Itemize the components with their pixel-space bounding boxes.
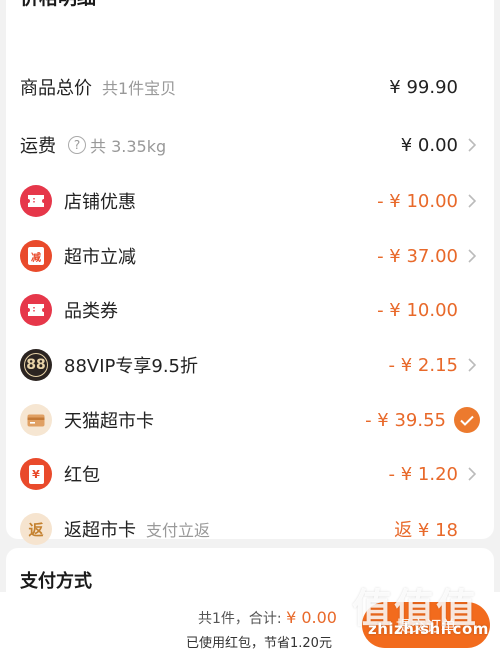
checkmark-icon[interactable] — [454, 407, 480, 433]
payment-method-title: 支付方式 — [20, 571, 92, 592]
shop-discount-amount: - ¥ 10.00 — [377, 190, 458, 212]
order-total-amount: ¥ 0.00 — [286, 608, 337, 627]
order-total-line: 共1件，合计: ¥ 0.00 — [198, 608, 337, 628]
price-detail-title: 价格明细 — [20, 0, 96, 10]
rebate-note: 支付立返 — [146, 521, 211, 540]
card-icon — [20, 404, 52, 436]
minus-badge-icon: 减 — [20, 240, 52, 272]
vip-discount-row[interactable]: 88 88VIP专享9.5折 - ¥ 2.15 — [20, 345, 480, 385]
chevron-right-icon — [464, 467, 480, 481]
rebate-amount: 返 ¥ 18 — [394, 520, 458, 541]
tmall-market-card-amount: - ¥ 39.55 — [365, 409, 446, 431]
market-instant-discount-label: 超市立减 — [64, 247, 136, 268]
watermark-text: zhizhishi.com — [368, 620, 489, 638]
savings-text: 已使用红包，节省1.20元 — [186, 636, 332, 651]
category-coupon-row[interactable]: 品类券 - ¥ 10.00 — [20, 290, 480, 330]
goods-total-amount: ¥ 99.90 — [389, 76, 458, 98]
chevron-right-icon — [464, 194, 480, 208]
vip-discount-label: 88VIP专享9.5折 — [64, 356, 199, 377]
shop-discount-label: 店铺优惠 — [64, 192, 136, 213]
category-coupon-amount: - ¥ 10.00 — [377, 299, 458, 321]
red-envelope-amount: - ¥ 1.20 — [388, 463, 458, 485]
shipping-amount: ¥ 0.00 — [400, 134, 458, 156]
goods-total-label: 商品总价 — [20, 78, 92, 99]
order-count-text: 共1件，合计: — [198, 611, 282, 627]
tmall-market-card-row[interactable]: 天猫超市卡 - ¥ 39.55 — [20, 400, 480, 440]
shipping-weight-text: 共 3.35kg — [90, 137, 167, 156]
vip-discount-amount: - ¥ 2.15 — [388, 354, 458, 376]
rebate-icon: 返 — [20, 513, 52, 545]
help-icon[interactable]: ? — [68, 136, 86, 154]
category-coupon-label: 品类券 — [64, 301, 118, 322]
vip-88-icon: 88 — [20, 349, 52, 381]
ticket-icon — [20, 294, 52, 326]
chevron-right-icon — [464, 358, 480, 372]
tmall-market-card-label: 天猫超市卡 — [64, 411, 154, 432]
goods-count-text: 共1件宝贝 — [102, 79, 177, 98]
shipping-label: 运费 — [20, 136, 56, 157]
ticket-icon — [20, 185, 52, 217]
market-instant-discount-row[interactable]: 减 超市立减 - ¥ 37.00 — [20, 236, 480, 276]
rebate-card-label: 返超市卡 — [64, 520, 136, 541]
rebate-card-row: 返 返超市卡 支付立返 返 ¥ 18 — [20, 509, 480, 549]
red-envelope-icon: ¥ — [20, 458, 52, 490]
shop-discount-row[interactable]: 店铺优惠 - ¥ 10.00 — [20, 181, 480, 221]
price-detail-card: 价格明细 商品总价 共1件宝贝 ¥ 99.90 运费 ? 共 3.35kg ¥ … — [6, 0, 494, 545]
red-envelope-row[interactable]: ¥ 红包 - ¥ 1.20 — [20, 454, 480, 494]
goods-total-row: 商品总价 共1件宝贝 ¥ 99.90 — [20, 67, 480, 107]
market-instant-discount-amount: - ¥ 37.00 — [377, 245, 458, 267]
chevron-right-icon — [464, 249, 480, 263]
shipping-row[interactable]: 运费 ? 共 3.35kg ¥ 0.00 — [20, 125, 480, 165]
red-envelope-label: 红包 — [64, 465, 100, 486]
chevron-right-icon — [464, 138, 480, 152]
